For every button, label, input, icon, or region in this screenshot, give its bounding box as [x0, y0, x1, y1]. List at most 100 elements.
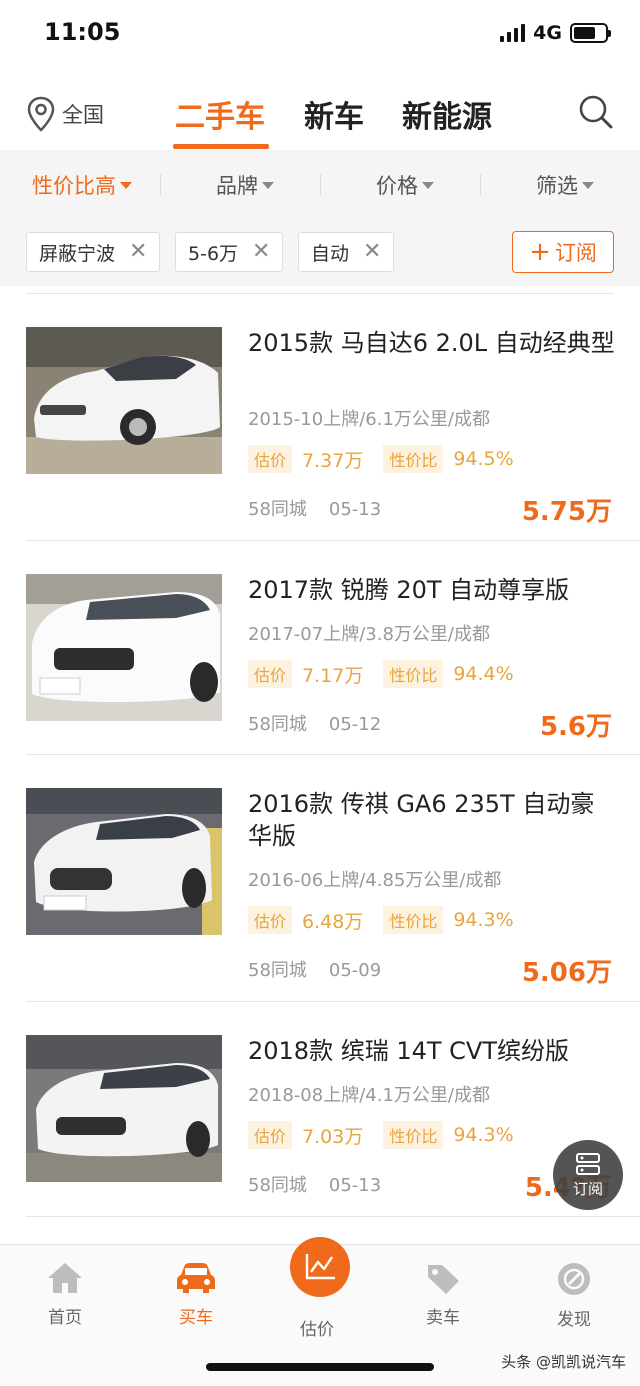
ratio-value: 94.3% — [453, 909, 514, 931]
car-meta: 2016-06上牌/4.85万公里/成都 — [248, 870, 502, 891]
status-indicators: 4G — [500, 22, 611, 44]
car-photo — [26, 327, 222, 474]
network-type: 4G — [533, 22, 562, 44]
estimate-tag: 估价 — [248, 660, 293, 688]
divider — [320, 174, 321, 196]
car-meta: 2018-08上牌/4.1万公里/成都 — [248, 1085, 490, 1106]
chip-label: 5-6万 — [188, 242, 239, 265]
divider — [26, 1001, 640, 1002]
nav-buy[interactable]: 买车 — [156, 1261, 236, 1328]
filter-chip-block-ningbo[interactable]: 屏蔽宁波 ✕ — [26, 232, 161, 272]
car-title: 2016款 传祺 GA6 235T 自动豪华版 — [248, 790, 595, 850]
filter-chip-automatic[interactable]: 自动 ✕ — [298, 232, 395, 272]
chevron-down-icon — [262, 181, 274, 189]
divider — [26, 754, 640, 755]
nav-home[interactable]: 首页 — [25, 1261, 105, 1328]
battery-fill — [574, 27, 595, 39]
location-selector[interactable]: 全国 — [26, 96, 104, 132]
compass-icon — [558, 1263, 590, 1295]
car-meta: 2015-10上牌/6.1万公里/成都 — [248, 409, 490, 430]
source-line: 58同城 05-13 — [248, 495, 381, 521]
floating-subscribe-button[interactable]: 订阅 — [553, 1140, 623, 1210]
search-button[interactable] — [576, 92, 616, 132]
battery-icon — [570, 23, 611, 43]
price: 5.75万 — [521, 497, 612, 527]
brand-dropdown[interactable]: 品牌 — [216, 170, 274, 200]
car-photo — [26, 1035, 222, 1182]
filter-chip-price-range[interactable]: 5-6万 ✕ — [175, 232, 284, 272]
screen-dropdown[interactable]: 筛选 — [536, 170, 594, 200]
filter-panel: 性价比高 品牌 价格 筛选 屏蔽宁波 ✕ 5-6万 ✕ 自动 ✕ + 订阅 — [0, 150, 640, 286]
close-icon[interactable]: ✕ — [252, 241, 270, 263]
ratio-value: 94.3% — [453, 1124, 514, 1146]
brand-label: 品牌 — [216, 174, 258, 198]
chevron-down-icon — [582, 181, 594, 189]
price-tag-icon — [428, 1265, 459, 1294]
sort-dropdown[interactable]: 性价比高 — [32, 170, 132, 200]
nav-estimate-button[interactable] — [290, 1237, 350, 1297]
price: 5.6万 — [539, 712, 612, 742]
estimate-tag: 估价 — [248, 445, 293, 473]
tab-used-cars[interactable]: 二手车 — [175, 92, 265, 136]
price: 5.06万 — [521, 958, 612, 988]
price-label: 价格 — [376, 174, 418, 198]
nav-sell[interactable]: 卖车 — [403, 1261, 483, 1328]
floating-subscribe-label: 订阅 — [572, 1179, 603, 1198]
estimate-value: 7.17万 — [302, 664, 364, 687]
sort-label: 性价比高 — [32, 174, 116, 198]
car-photo — [26, 574, 222, 721]
plus-icon: + — [529, 237, 551, 267]
home-indicator — [206, 1363, 434, 1371]
location-label: 全国 — [62, 103, 104, 127]
car-title: 2017款 锐腾 20T 自动尊享版 — [248, 576, 570, 604]
car-title: 2015款 马自达6 2.0L 自动经典型 — [248, 329, 615, 357]
car-photo — [26, 788, 222, 935]
status-time: 11:05 — [44, 18, 121, 46]
ratio-tag: 性价比 — [383, 660, 444, 688]
subscribe-button[interactable]: + 订阅 — [512, 231, 614, 273]
chip-label: 自动 — [311, 242, 350, 265]
location-pin-icon — [27, 96, 55, 132]
source-name: 58同城 — [248, 714, 307, 735]
divider — [480, 174, 481, 196]
tag-row: 估价 7.03万 性价比 94.3% — [248, 1121, 524, 1149]
divider — [26, 540, 640, 541]
source-name: 58同城 — [248, 1175, 307, 1196]
post-date: 05-09 — [328, 960, 382, 981]
chevron-down-icon — [120, 181, 132, 189]
divider — [26, 1216, 640, 1217]
tag-row: 估价 7.17万 性价比 94.4% — [248, 660, 524, 688]
car-title: 2018款 缤瑞 14T CVT缤纷版 — [248, 1037, 569, 1065]
filter-row: 性价比高 品牌 价格 筛选 — [0, 150, 640, 220]
close-icon[interactable]: ✕ — [363, 241, 381, 263]
post-date: 05-13 — [328, 499, 382, 520]
nav-discover-label: 发现 — [557, 1310, 591, 1330]
chip-label: 屏蔽宁波 — [39, 242, 116, 265]
estimate-tag: 估价 — [248, 906, 293, 934]
tag-row: 估价 6.48万 性价比 94.3% — [248, 906, 524, 934]
top-nav: 全国 二手车 新车 新能源 — [0, 78, 640, 150]
ratio-tag: 性价比 — [383, 445, 444, 473]
post-date: 05-12 — [328, 714, 382, 735]
search-icon — [579, 95, 613, 129]
estimate-value: 6.48万 — [302, 910, 364, 933]
watermark: 头条 @凯凯说汽车 — [501, 1353, 626, 1371]
estimate-value: 7.03万 — [302, 1125, 364, 1148]
car-meta: 2017-07上牌/3.8万公里/成都 — [248, 624, 490, 645]
ratio-tag: 性价比 — [383, 906, 444, 934]
close-icon[interactable]: ✕ — [129, 241, 147, 263]
bottom-nav: 首页 买车 估价 卖车 发现 头条 @凯凯说汽车 — [0, 1237, 640, 1386]
price-dropdown[interactable]: 价格 — [376, 170, 434, 200]
nav-sell-label: 卖车 — [426, 1308, 460, 1328]
estimate-tag: 估价 — [248, 1121, 293, 1149]
source-line: 58同城 05-13 — [248, 1171, 381, 1197]
tab-new-energy[interactable]: 新能源 — [402, 92, 492, 136]
subscribe-label: 订阅 — [554, 241, 597, 265]
estimate-value: 7.37万 — [302, 449, 364, 472]
nav-discover[interactable]: 发现 — [534, 1261, 614, 1330]
source-line: 58同城 05-09 — [248, 956, 381, 982]
chart-line-icon — [305, 1254, 335, 1280]
active-tab-indicator — [173, 144, 269, 149]
tab-new-cars[interactable]: 新车 — [304, 92, 364, 136]
screen-label: 筛选 — [536, 174, 578, 198]
